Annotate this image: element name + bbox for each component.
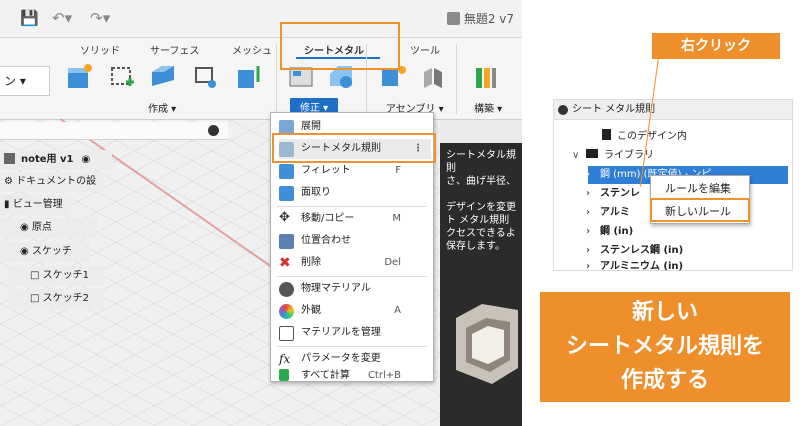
create-flange-icon[interactable] <box>64 62 94 92</box>
document-icon <box>602 129 611 140</box>
divider <box>456 44 457 114</box>
folder-icon: ▮ <box>4 199 10 210</box>
tab-mesh[interactable]: メッシュ <box>232 42 272 57</box>
rules-row-steel-in[interactable]: › 鋼 (in) <box>586 223 633 241</box>
chevron-right-icon[interactable]: › <box>586 223 590 241</box>
right-click-annotation: 右クリック <box>652 33 780 59</box>
browser-item-document-settings[interactable]: ⚙ ドキュメントの設定 <box>0 172 104 207</box>
compute-all-icon <box>279 369 289 381</box>
gear-icon: ⚙ <box>4 176 13 187</box>
insert-icon[interactable] <box>190 62 220 92</box>
menu-divider <box>277 276 427 277</box>
create-sketch-icon[interactable] <box>108 62 138 92</box>
chamfer-icon <box>279 186 294 201</box>
fillet-icon <box>279 164 294 179</box>
chevron-down-icon[interactable]: ∨ <box>572 147 579 165</box>
menu-divider <box>277 346 427 347</box>
chevron-right-icon[interactable]: › <box>586 166 590 184</box>
title-bar: 💾 ↶▾ ↷▾ 無題2 v7 <box>0 0 522 38</box>
menu-item-manage-materials[interactable]: マテリアルを管理 <box>279 323 431 343</box>
tab-solid[interactable]: ソリッド <box>80 42 120 57</box>
browser-item-named-views[interactable]: ▮ ビュー管理 <box>0 195 70 215</box>
sheet-metal-tab-highlight <box>280 22 400 70</box>
caption-line: シートメタル規則を <box>565 334 764 359</box>
menu-item-new-rule[interactable]: 新しいルール <box>665 203 731 219</box>
chevron-right-icon[interactable]: › <box>586 185 590 203</box>
menu-item-delete[interactable]: ✖ 削除 Del <box>279 253 431 273</box>
menu-item-fillet[interactable]: フィレット F <box>279 161 431 181</box>
browser-header <box>0 122 228 140</box>
menu-item-edit-rule[interactable]: ルールを編集 <box>665 180 731 196</box>
menu-item-align[interactable]: 位置合わせ <box>279 231 431 251</box>
caption-line: 新しい <box>631 300 698 325</box>
fusion-app-window: 💾 ↶▾ ↷▾ 無題2 v7 ソリッド サーフェス メッシュ シートメタル ツー… <box>0 0 522 426</box>
redo-icon[interactable]: ↷▾ <box>90 9 110 27</box>
browser-root[interactable]: note用 v1 ◉ <box>0 150 112 170</box>
rules-row-aluminum-in[interactable]: › アルミニウム (in) <box>586 258 683 276</box>
activate-radio-icon[interactable]: ◉ <box>82 154 91 165</box>
caption-box: 新しい シートメタル規則を 作成する <box>540 292 790 402</box>
construct-plane-icon[interactable] <box>470 62 500 92</box>
menu-item-compute-all[interactable]: すべて計算 Ctrl+B <box>279 369 431 383</box>
menu-divider <box>277 206 427 207</box>
physical-material-icon <box>279 282 294 297</box>
flange-icon[interactable] <box>148 62 178 92</box>
change-parameters-icon: fx <box>279 352 291 366</box>
rules-row-stainless[interactable]: › ステンレ <box>586 185 640 203</box>
menu-item-chamfer[interactable]: 面取り <box>279 183 431 203</box>
chevron-right-icon[interactable]: › <box>586 204 590 222</box>
divider <box>276 44 277 114</box>
sketch-icon: □ <box>30 293 40 304</box>
extrude-icon[interactable] <box>232 62 262 92</box>
group-construct[interactable]: 構築 ▾ <box>474 100 502 115</box>
sketch-icon: □ <box>30 270 40 281</box>
rules-context-menu: ルールを編集 新しいルール <box>650 175 750 224</box>
visibility-icon[interactable]: ◉ <box>20 246 29 257</box>
appearance-icon <box>279 304 294 319</box>
manage-materials-icon <box>279 326 294 341</box>
undo-icon[interactable]: ↶▾ <box>52 9 72 27</box>
visibility-icon[interactable]: ◉ <box>20 222 29 233</box>
save-icon[interactable]: 💾 <box>20 9 39 27</box>
browser-item-sketches[interactable]: ◉ スケッチ <box>0 242 90 262</box>
component-icon <box>4 153 15 164</box>
workspace-dropdown[interactable]: ン ▾ <box>0 66 50 96</box>
collapse-icon[interactable] <box>208 125 219 136</box>
menu-item-change-parameters[interactable]: fx パラメータを変更 <box>279 349 431 369</box>
document-title: 無題2 v7 <box>446 10 514 27</box>
sheet-metal-rules-highlight <box>272 133 436 163</box>
menu-item-appearance[interactable]: 外観 A <box>279 301 431 321</box>
ribbon-toolbar: ソリッド サーフェス メッシュ シートメタル ツール ン ▾ 作成 ▾ 修正 ▾… <box>0 38 522 120</box>
group-create[interactable]: 作成 ▾ <box>148 100 176 115</box>
browser-item-sketch2[interactable]: □ スケッチ2 <box>8 289 104 309</box>
menu-item-move-copy[interactable]: ✥ 移動/コピー M <box>279 209 431 229</box>
caption-line: 作成する <box>620 368 709 393</box>
sheet-metal-preview-image <box>456 304 518 384</box>
tab-surface[interactable]: サーフェス <box>150 42 199 57</box>
document-icon <box>446 12 460 25</box>
rules-row-in-design[interactable]: このデザイン内 <box>602 128 687 146</box>
browser-item-origin[interactable]: ◉ 原点 <box>0 218 98 238</box>
chevron-right-icon[interactable]: › <box>586 258 590 276</box>
dialog-header: シート メタル規則 <box>554 100 792 120</box>
menu-item-physical-material[interactable]: 物理マテリアル <box>279 279 431 299</box>
assembly-as-built-icon[interactable] <box>418 62 448 92</box>
align-icon <box>279 234 294 249</box>
rules-row-aluminum[interactable]: › アルミ <box>586 204 630 222</box>
browser-item-sketch1[interactable]: □ スケッチ1 <box>8 266 104 286</box>
tab-tools[interactable]: ツール <box>410 42 440 57</box>
folder-icon <box>586 149 598 158</box>
delete-icon: ✖ <box>279 255 291 271</box>
move-icon: ✥ <box>279 210 290 225</box>
collapse-icon[interactable] <box>558 105 568 115</box>
